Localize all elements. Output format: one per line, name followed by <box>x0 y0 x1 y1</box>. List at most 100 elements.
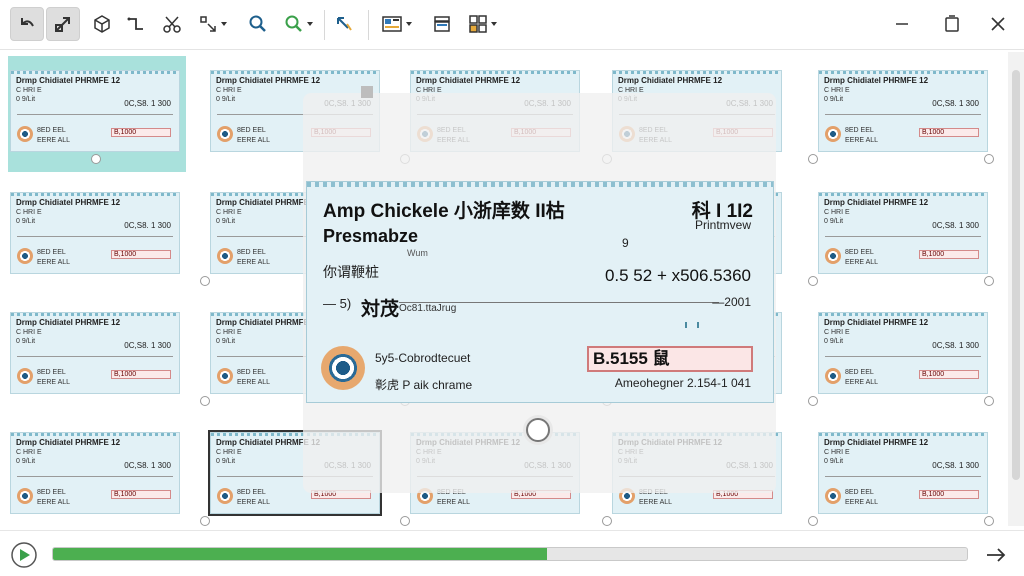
thumbnail-amount-box: B,1000 <box>919 490 979 499</box>
thumbnail-subtitle: C HRI E <box>16 209 42 216</box>
thumbnail-cell[interactable]: Drmp Chidiatel PHRMFE 12 C HRI E 0 9/Lit 0C… <box>8 178 210 286</box>
thumbnail-cell[interactable]: Drmp Chidiatel PHRMFE 12 C HRI E 0 9/Lit 0C… <box>816 56 994 164</box>
bank-logo-icon <box>17 126 33 142</box>
thumbnail-radio[interactable] <box>400 516 410 526</box>
vertical-scrollbar[interactable] <box>1008 52 1024 526</box>
scissors-button[interactable] <box>158 7 186 41</box>
expand-button[interactable] <box>46 7 80 41</box>
thumbnail-title: Drmp Chidiatel PHRMFE 12 <box>824 198 929 207</box>
thumbnail-radio[interactable] <box>808 516 818 526</box>
play-button[interactable] <box>10 541 38 569</box>
check-dash-text: — 5) <box>323 296 352 311</box>
thumbnail-radio[interactable] <box>808 396 818 406</box>
arrow-button[interactable] <box>330 7 358 41</box>
cube-button[interactable] <box>88 7 116 41</box>
thumbnail-stripe <box>819 313 987 316</box>
thumbnail-radio[interactable] <box>808 154 818 164</box>
thumbnail-cell[interactable]: Drmp Chidiatel PHRMFE 12 C HRI E 0 9/Lit 0C… <box>8 56 186 172</box>
thumbnail-cell[interactable]: Drmp Chidiatel PHRMFE 12 C HRI E 0 9/Lit 0C… <box>8 298 210 406</box>
thumbnail-line <box>17 114 173 115</box>
thumbnail-radio[interactable] <box>984 276 994 286</box>
bank-logo-icon <box>17 488 33 504</box>
check-thumbnail[interactable]: Drmp Chidiatel PHRMFE 12 C HRI E 0 9/Lit 0C… <box>10 192 180 274</box>
thumbnail-radio[interactable] <box>602 516 612 526</box>
thumbnail-radio[interactable] <box>984 396 994 406</box>
zoom-button[interactable] <box>244 7 272 41</box>
thumbnail-memo: 8ED EEL <box>37 249 66 256</box>
thumbnail-amount-box: B,1000 <box>919 128 979 137</box>
check-thumbnail[interactable]: Drmp Chidiatel PHRMFE 12 C HRI E 0 9/Lit 0C… <box>10 432 180 514</box>
thumbnail-radio[interactable] <box>200 516 210 526</box>
thumbnail-amount: 0C,S8. 1 300 <box>124 221 171 230</box>
thumbnail-amount: 0C,S8. 1 300 <box>932 221 979 230</box>
transform-button[interactable] <box>192 7 234 41</box>
thumbnail-memo: 8ED EEL <box>37 369 66 376</box>
thumbnail-subtitle2: 0 9/Lit <box>16 218 36 225</box>
next-button[interactable] <box>984 543 1008 567</box>
thumbnail-memo2: EERE ALL <box>237 259 271 266</box>
overlay-handle[interactable] <box>361 86 373 98</box>
grid-layout-button[interactable] <box>462 7 504 41</box>
bank-logo-icon <box>825 368 841 384</box>
thumbnail-subtitle: C HRI E <box>216 449 242 456</box>
thumbnail-title: Drmp Chidiatel PHRMFE 12 <box>824 318 929 327</box>
image-layout-icon <box>382 16 402 32</box>
thumbnail-amount: 0C,S8. 1 300 <box>124 341 171 350</box>
toolbar-separator <box>368 10 369 40</box>
thumbnail-subtitle2: 0 9/Lit <box>16 338 36 345</box>
thumbnail-radio[interactable] <box>808 276 818 286</box>
thumbnail-stripe <box>11 193 179 196</box>
thumbnail-radio[interactable] <box>984 516 994 526</box>
progress-bar[interactable] <box>52 547 968 561</box>
check-thumbnail[interactable]: Drmp Chidiatel PHRMFE 12 C HRI E 0 9/Lit 0C… <box>818 432 988 514</box>
minimize-button[interactable] <box>888 7 916 41</box>
expand-icon <box>55 17 70 32</box>
thumbnail-stripe <box>613 71 781 74</box>
image-layout-button[interactable] <box>376 7 418 41</box>
bottom-bar <box>0 530 1024 576</box>
scissors-icon <box>163 16 181 33</box>
check-thumbnail[interactable]: Drmp Chidiatel PHRMFE 12 C HRI E 0 9/Lit 0C… <box>818 70 988 152</box>
thumbnail-radio[interactable] <box>200 396 210 406</box>
check-thumbnail[interactable]: Drmp Chidiatel PHRMFE 12 C HRI E 0 9/Lit 0C… <box>10 70 180 152</box>
toolbar-separator <box>324 10 325 40</box>
check-thumbnail[interactable]: Drmp Chidiatel PHRMFE 12 C HRI E 0 9/Lit 0C… <box>818 312 988 394</box>
thumbnail-amount-box: B,1000 <box>919 250 979 259</box>
check-thumbnail[interactable]: Drmp Chidiatel PHRMFE 12 C HRI E 0 9/Lit 0C… <box>10 312 180 394</box>
preview-radio-button[interactable] <box>526 418 550 442</box>
thumbnail-subtitle2: 0 9/Lit <box>824 218 844 225</box>
thumbnail-memo2: EERE ALL <box>37 259 71 266</box>
thumbnail-subtitle: C HRI E <box>824 449 850 456</box>
bank-logo-icon <box>217 126 233 142</box>
progress-fill <box>53 548 547 560</box>
zoom-fit-button[interactable] <box>278 7 320 41</box>
route-button[interactable] <box>122 7 150 41</box>
thumbnail-cell[interactable]: Drmp Chidiatel PHRMFE 12 C HRI E 0 9/Lit 0C… <box>816 298 994 406</box>
thumbnail-cell[interactable]: Drmp Chidiatel PHRMFE 12 C HRI E 0 9/Lit 0C… <box>816 418 994 526</box>
arrow-up-left-icon <box>337 17 352 31</box>
check-memo-line2: 彰虎 P aik chrame <box>375 378 473 392</box>
thumbnail-cell[interactable]: Drmp Chidiatel PHRMFE 12 C HRI E 0 9/Lit 0C… <box>816 178 994 286</box>
thumbnail-cell[interactable]: Drmp Chidiatel PHRMFE 12 C HRI E 0 9/Lit 0C… <box>8 418 210 526</box>
scrollbar-thumb[interactable] <box>1012 70 1020 480</box>
thumbnail-title: Drmp Chidiatel PHRMFE 12 <box>16 438 121 447</box>
close-button[interactable] <box>984 7 1012 41</box>
thumbnail-subtitle: C HRI E <box>16 87 42 94</box>
check-thumbnail[interactable]: Drmp Chidiatel PHRMFE 12 C HRI E 0 9/Lit 0C… <box>818 192 988 274</box>
thumbnail-radio[interactable] <box>91 154 101 164</box>
zoom-green-icon <box>285 15 302 32</box>
thumbnail-line <box>17 476 173 477</box>
grid-layout-icon <box>469 15 487 33</box>
thumbnail-title: Drmp Chidiatel PHRMFE 12 <box>618 76 723 85</box>
thumbnail-stripe <box>819 193 987 196</box>
thumbnail-radio[interactable] <box>984 154 994 164</box>
preview-check: Amp Chickele 小浙庠数 II枯 科 I 1I2 Printmvew … <box>306 181 774 403</box>
thumbnail-memo: 8ED EEL <box>237 369 266 376</box>
arrow-right-icon <box>987 548 1006 562</box>
restore-button[interactable] <box>938 7 966 41</box>
thumbnail-radio[interactable] <box>200 276 210 286</box>
stack-button[interactable] <box>428 7 456 41</box>
thumbnail-amount: 0C,S8. 1 300 <box>932 341 979 350</box>
bank-logo-icon <box>825 248 841 264</box>
undo-button[interactable] <box>10 7 44 41</box>
